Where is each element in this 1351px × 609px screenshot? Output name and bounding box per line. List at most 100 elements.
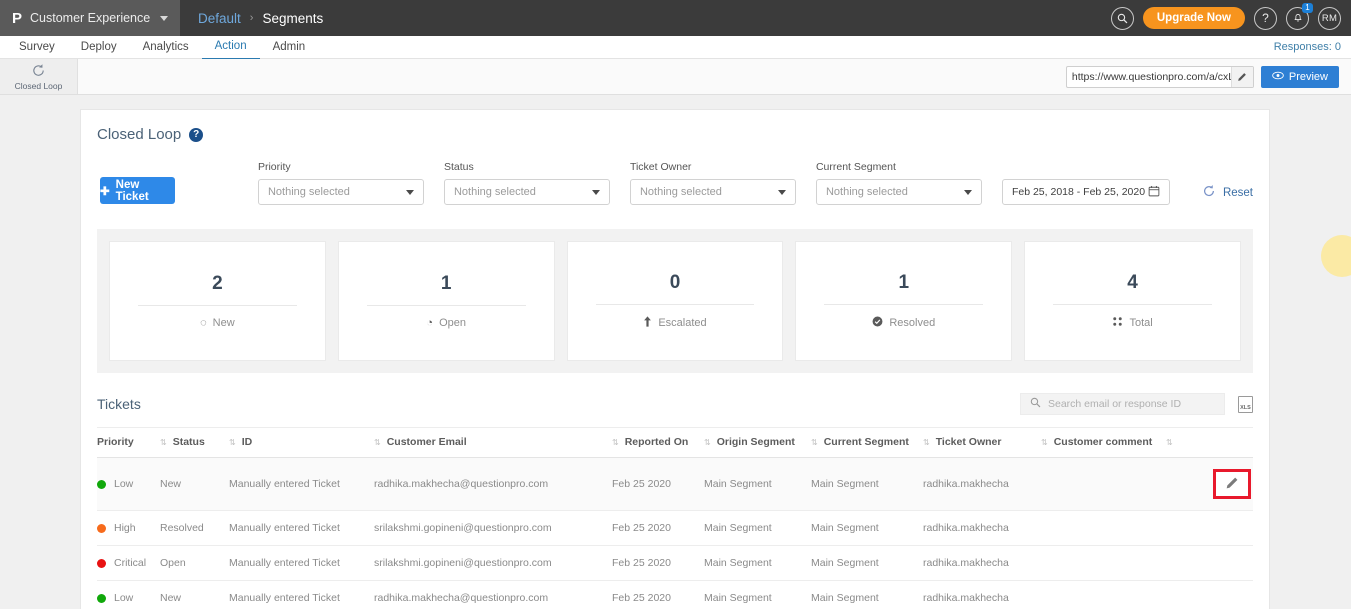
search-icon[interactable]: [1110, 6, 1134, 30]
table-row[interactable]: High Resolved Manually entered Ticket srila…: [97, 510, 1253, 546]
stat-value: 0: [669, 272, 681, 293]
tickets-table-body: Low New Manually entered Ticket radhika.mak…: [97, 457, 1253, 609]
cell-reported-on: Feb 25 2020: [612, 545, 704, 581]
sort-arrows-icon: ⇅: [1166, 438, 1173, 447]
column-header-ticket-owner[interactable]: ⇅ Ticket Owner: [923, 427, 1041, 458]
stat-card-resolved: 1 Resolved: [795, 241, 1013, 361]
page-title-text: Closed Loop: [97, 126, 182, 143]
notification-badge: 1: [1302, 2, 1313, 13]
column-label: Origin Segment: [716, 436, 795, 448]
avatar[interactable]: RM: [1318, 6, 1341, 30]
cell-customer-email: srilakshmi.gopineni@questionpro.com: [374, 545, 612, 581]
notifications-bell-icon[interactable]: 1: [1286, 2, 1313, 30]
priority-dot-icon: [97, 593, 106, 603]
column-header-customer-comment[interactable]: ⇅ Customer comment: [1041, 427, 1166, 458]
stat-label-row: ◌ New: [200, 317, 235, 329]
closed-loop-panel: Closed Loop ? ✚ New Ticket Priority Noth…: [80, 109, 1270, 609]
cell-origin-segment: Main Segment: [704, 580, 811, 609]
cell-reported-on: Feb 25 2020: [612, 510, 704, 546]
brand-switcher[interactable]: P Customer Experience: [0, 0, 180, 36]
column-header-status[interactable]: ⇅ Status: [160, 427, 229, 458]
upgrade-now-button[interactable]: Upgrade Now: [1142, 7, 1245, 29]
reset-label: Reset: [1222, 186, 1253, 199]
column-header-id[interactable]: ⇅ ID: [229, 427, 374, 458]
filter-ticket-owner-label: Ticket Owner: [629, 161, 692, 173]
questionpro-logo-icon: P: [12, 9, 23, 27]
cell-ticket-owner: radhika.makhecha: [923, 545, 1041, 581]
plus-icon: ✚: [100, 185, 110, 198]
current-segment-select-value: Nothing selected: [825, 186, 908, 198]
tab-closed-loop[interactable]: Closed Loop: [0, 59, 78, 94]
column-label: Priority: [97, 436, 134, 448]
current-segment-select[interactable]: Nothing selected: [815, 179, 982, 205]
new-ticket-label: New Ticket: [115, 178, 149, 203]
filter-status: Status Nothing selected: [443, 161, 610, 205]
cell-origin-segment: Main Segment: [704, 510, 811, 546]
stat-value: 1: [440, 273, 452, 294]
cell-ticket-owner: radhika.makhecha: [923, 510, 1041, 546]
search-input[interactable]: Search email or response ID: [1020, 393, 1225, 415]
help-icon[interactable]: ?: [1254, 6, 1277, 30]
filter-status-label: Status: [443, 161, 474, 173]
cell-priority: Critical: [97, 545, 160, 581]
url-pencil-icon[interactable]: [1230, 66, 1253, 87]
stat-label: Resolved: [889, 317, 936, 329]
nav-item-deploy[interactable]: Deploy: [68, 36, 130, 59]
stat-label: Open: [439, 317, 466, 329]
column-header-current-segment[interactable]: ⇅ Current Segment: [811, 427, 923, 458]
edit-ticket-button-highlighted[interactable]: [1213, 469, 1251, 499]
stat-label: New: [212, 317, 235, 329]
breadcrumb-default[interactable]: Default: [198, 11, 241, 26]
status-select[interactable]: Nothing selected: [443, 179, 610, 205]
cell-priority: High: [97, 510, 160, 546]
status-select-value: Nothing selected: [453, 186, 536, 198]
priority-label: High: [114, 522, 136, 534]
cell-priority: Low: [97, 457, 160, 511]
xls-export-icon[interactable]: XLS: [1238, 395, 1253, 413]
nav-item-survey[interactable]: Survey: [6, 36, 68, 59]
sort-arrows-icon: ⇅: [229, 438, 236, 447]
table-row[interactable]: Low New Manually entered Ticket radhika.mak…: [97, 457, 1253, 511]
nav-item-analytics[interactable]: Analytics: [130, 36, 202, 59]
ticket-owner-select[interactable]: Nothing selected: [629, 179, 796, 205]
column-header-reported-on[interactable]: ⇅ Reported On: [612, 427, 704, 458]
sub-bar-actions: https://www.questionpro.com/a/cxLog Prev…: [1065, 59, 1351, 94]
column-header-customer-email[interactable]: ⇅ Customer Email: [374, 427, 612, 458]
column-header-actions[interactable]: ⇅: [1166, 427, 1253, 458]
column-label: Reported On: [624, 436, 689, 448]
column-header-priority[interactable]: Priority: [97, 427, 160, 458]
new-ticket-button[interactable]: ✚ New Ticket: [100, 177, 176, 204]
nav-item-action[interactable]: Action: [201, 35, 260, 59]
column-label: Ticket Owner: [935, 436, 1002, 448]
column-header-origin-segment[interactable]: ⇅ Origin Segment: [704, 427, 811, 458]
preview-button[interactable]: Preview: [1260, 65, 1339, 88]
tickets-table: Priority ⇅ Status ⇅ ID ⇅ Customer Email ⇅ Re…: [97, 427, 1253, 609]
cell-origin-segment: Main Segment: [704, 457, 811, 511]
cell-customer-comment: [1041, 545, 1166, 581]
tickets-table-head: Priority ⇅ Status ⇅ ID ⇅ Customer Email ⇅ Re…: [97, 427, 1253, 458]
priority-select[interactable]: Nothing selected: [257, 179, 424, 205]
cell-customer-email: radhika.makhecha@questionpro.com: [374, 457, 612, 511]
breadcrumb-separator-icon: ›: [249, 12, 254, 24]
filter-current-segment-label: Current Segment: [815, 161, 896, 173]
arrow-up-icon: [643, 316, 652, 330]
stat-label-row: ◔ Open: [426, 317, 466, 329]
date-range-picker[interactable]: Feb 25, 2018 - Feb 25, 2020: [1001, 179, 1170, 205]
date-range-value: Feb 25, 2018 - Feb 25, 2020: [1011, 186, 1146, 198]
survey-url-box[interactable]: https://www.questionpro.com/a/cxLog: [1065, 65, 1254, 88]
ticket-owner-select-value: Nothing selected: [639, 186, 722, 198]
table-row[interactable]: Critical Open Manually entered Ticket srila…: [97, 545, 1253, 581]
cell-id: Manually entered Ticket: [229, 457, 374, 511]
help-icon[interactable]: ?: [189, 127, 204, 142]
column-label: Customer Email: [386, 436, 467, 448]
cell-status: Resolved: [160, 510, 229, 546]
stat-card-open: 1 ◔ Open: [337, 241, 555, 361]
sort-arrows-icon: ⇅: [374, 438, 381, 447]
breadcrumb: Default › Segments: [180, 0, 323, 36]
filter-current-segment: Current Segment Nothing selected: [815, 161, 982, 205]
cell-id: Manually entered Ticket: [229, 510, 374, 546]
nav-item-admin[interactable]: Admin: [260, 36, 319, 59]
cell-status: Open: [160, 545, 229, 581]
table-row[interactable]: Low New Manually entered Ticket radhika.mak…: [97, 580, 1253, 609]
reset-filters-button[interactable]: Reset: [1202, 184, 1253, 201]
